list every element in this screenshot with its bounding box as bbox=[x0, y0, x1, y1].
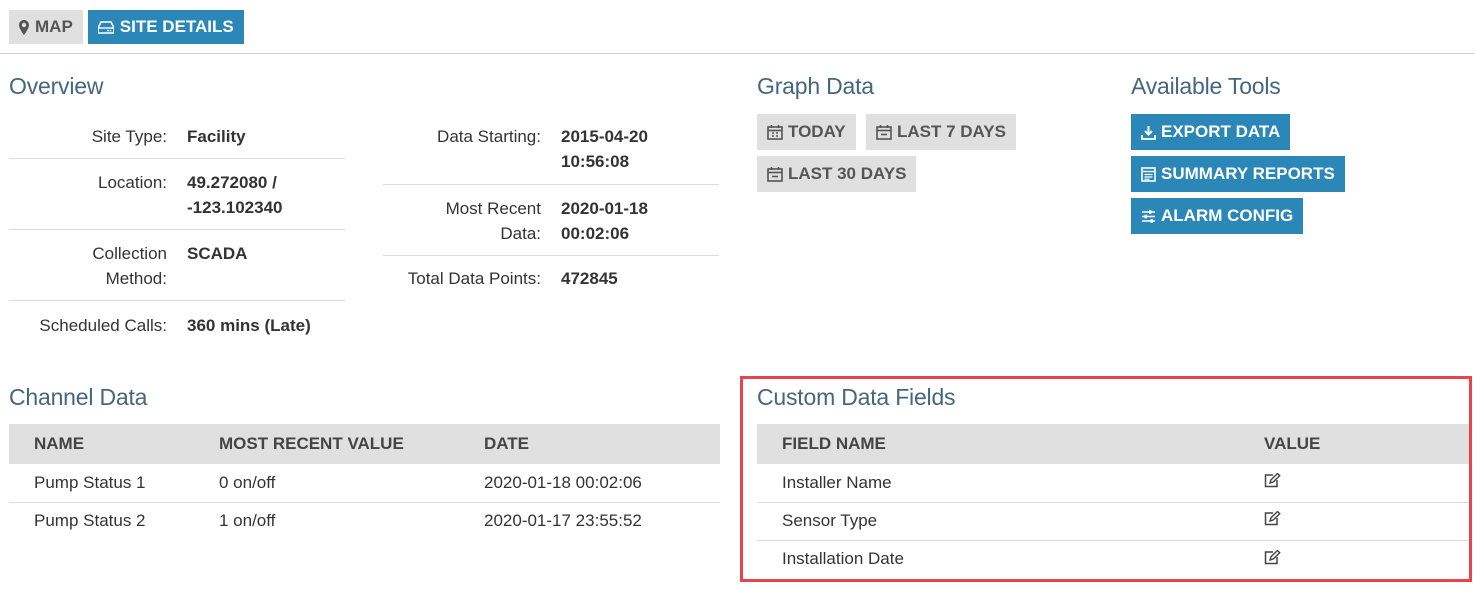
data-starting-date: 2015-04-20 bbox=[561, 127, 648, 146]
collection-method-value: SCADA bbox=[187, 244, 248, 263]
overview-right: Data Starting: 2015-04-20 10:56:08 Most … bbox=[383, 124, 719, 302]
channel-name-cell: Pump Status 1 bbox=[9, 464, 194, 503]
map-marker-icon bbox=[19, 19, 29, 35]
alarm-config-button[interactable]: ALARM CONFIG bbox=[1131, 198, 1304, 234]
most-recent-data-label-line1: Most Recent bbox=[445, 199, 541, 218]
calendar-minus-icon bbox=[767, 166, 783, 182]
data-starting-time: 10:56:08 bbox=[561, 152, 630, 171]
overview-row-scheduled-calls: Scheduled Calls: 360 mins (Late) bbox=[9, 301, 345, 349]
location-value: 49.272080 / -123.102340 bbox=[167, 170, 282, 229]
tab-divider bbox=[0, 53, 1475, 54]
tab-site-details[interactable]: SITE DETAILS bbox=[87, 10, 244, 44]
channel-col-most-recent-value: MOST RECENT VALUE bbox=[194, 424, 459, 464]
export-data-button[interactable]: EXPORT DATA bbox=[1131, 114, 1291, 150]
overview-row-location: Location: 49.272080 / -123.102340 bbox=[9, 159, 345, 230]
today-button[interactable]: TODAY bbox=[757, 114, 856, 150]
overview-row-most-recent-data: Most Recent Data: 2020-01-18 00:02:06 bbox=[383, 185, 719, 256]
table-row: Pump Status 1 0 on/off 2020-01-18 00:02:… bbox=[9, 464, 720, 503]
calendar-icon bbox=[767, 124, 783, 140]
overview-row-total-data-points: Total Data Points: 472845 bbox=[383, 256, 719, 302]
today-button-label: TODAY bbox=[788, 122, 846, 141]
most-recent-time: 00:02:06 bbox=[561, 224, 630, 243]
scheduled-calls-value: 360 mins (Late) bbox=[187, 316, 311, 335]
drive-icon bbox=[97, 20, 114, 34]
report-icon bbox=[1141, 166, 1156, 182]
location-lat: 49.272080 / bbox=[187, 173, 277, 192]
alarm-config-label: ALARM CONFIG bbox=[1161, 206, 1294, 225]
calendar-minus-icon bbox=[876, 124, 892, 140]
channel-col-date: DATE bbox=[459, 424, 720, 464]
channel-date-cell: 2020-01-17 23:55:52 bbox=[484, 511, 642, 531]
last-7-days-label: LAST 7 DAYS bbox=[897, 122, 1006, 141]
channel-value-cell: 0 on/off bbox=[194, 464, 459, 503]
channel-data-table: NAME MOST RECENT VALUE DATE Pump Status … bbox=[9, 424, 720, 540]
last-30-days-label: LAST 30 DAYS bbox=[788, 164, 907, 183]
total-data-points-label: Total Data Points: bbox=[407, 269, 541, 288]
highlight-box bbox=[740, 376, 1472, 582]
site-type-label: Site Type: bbox=[91, 127, 167, 146]
sliders-icon bbox=[1141, 209, 1156, 224]
last-30-days-button[interactable]: LAST 30 DAYS bbox=[757, 156, 917, 192]
channel-col-name: NAME bbox=[9, 424, 194, 464]
table-row: Pump Status 2 1 on/off 2020-01-17 23:55:… bbox=[9, 502, 720, 540]
channel-date-cell: 2020-01-18 00:02:06 bbox=[459, 464, 720, 503]
tab-site-details-label: SITE DETAILS bbox=[119, 17, 234, 36]
tab-map-label: MAP bbox=[35, 17, 73, 36]
location-label: Location: bbox=[98, 173, 167, 192]
collection-method-label-line2: Method: bbox=[105, 269, 167, 288]
last-7-days-button[interactable]: LAST 7 DAYS bbox=[866, 114, 1016, 150]
overview-left: Site Type: Facility Location: 49.272080 … bbox=[9, 124, 345, 349]
channel-name-cell: Pump Status 2 bbox=[34, 511, 146, 531]
overview-title: Overview bbox=[9, 73, 104, 99]
most-recent-data-label-line2: Data: bbox=[500, 224, 541, 243]
most-recent-data-label: Most Recent Data: bbox=[383, 196, 541, 255]
export-data-label: EXPORT DATA bbox=[1161, 122, 1281, 141]
channel-data-title: Channel Data bbox=[9, 384, 148, 410]
overview-row-collection-method: Collection Method: SCADA bbox=[9, 230, 345, 301]
site-type-value: Facility bbox=[187, 127, 246, 146]
tab-map[interactable]: MAP bbox=[9, 10, 83, 44]
data-starting-label: Data Starting: bbox=[437, 127, 541, 146]
overview-row-data-starting: Data Starting: 2015-04-20 10:56:08 bbox=[383, 124, 719, 185]
summary-reports-button[interactable]: SUMMARY REPORTS bbox=[1131, 156, 1345, 192]
tab-bar: MAP SITE DETAILS bbox=[9, 10, 244, 44]
total-data-points-value: 472845 bbox=[561, 269, 618, 288]
most-recent-data-value: 2020-01-18 00:02:06 bbox=[541, 196, 648, 255]
collection-method-label: Collection Method: bbox=[9, 241, 167, 300]
overview-row-site-type: Site Type: Facility bbox=[9, 124, 345, 159]
collection-method-label-line1: Collection bbox=[92, 244, 167, 263]
available-tools-title: Available Tools bbox=[1131, 73, 1281, 99]
channel-data-header-row: NAME MOST RECENT VALUE DATE bbox=[9, 424, 720, 464]
data-starting-value: 2015-04-20 10:56:08 bbox=[541, 124, 648, 184]
location-lon: -123.102340 bbox=[187, 198, 283, 217]
download-icon bbox=[1141, 125, 1156, 140]
summary-reports-label: SUMMARY REPORTS bbox=[1161, 164, 1335, 183]
graph-data-title: Graph Data bbox=[757, 73, 874, 99]
channel-value-cell: 1 on/off bbox=[219, 511, 276, 531]
scheduled-calls-label: Scheduled Calls: bbox=[39, 316, 167, 335]
most-recent-date: 2020-01-18 bbox=[561, 199, 648, 218]
